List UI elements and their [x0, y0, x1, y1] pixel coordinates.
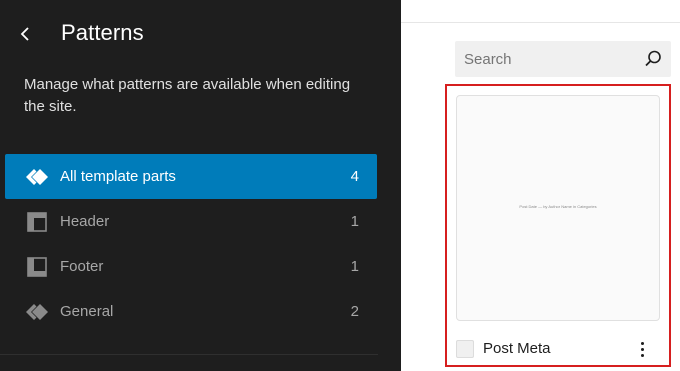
sidebar-item-count: 4 — [350, 168, 359, 185]
highlight-box — [445, 84, 671, 367]
sidebar-item-count: 2 — [350, 303, 359, 320]
footer-icon — [25, 255, 49, 279]
sidebar-nav: All template parts 4 Header 1 Footer 1 G… — [5, 154, 377, 334]
header-icon — [25, 210, 49, 234]
template-parts-icon — [25, 165, 49, 189]
chevron-left-icon — [20, 27, 29, 41]
sidebar-item-header[interactable]: Header 1 — [5, 199, 377, 244]
page-title: Patterns — [61, 20, 144, 45]
sidebar-item-label: Header — [60, 213, 110, 230]
sidebar-item-label: General — [60, 303, 114, 320]
sidebar: Patterns Manage what patterns are availa… — [0, 0, 401, 371]
back-button[interactable] — [14, 22, 38, 46]
template-parts-icon — [25, 300, 49, 324]
sidebar-description: Manage what patterns are available when … — [24, 76, 351, 115]
divider — [401, 22, 680, 23]
sidebar-item-label: All template parts — [60, 168, 176, 185]
search-input[interactable] — [455, 41, 635, 77]
sidebar-item-all-template-parts[interactable]: All template parts 4 — [5, 154, 377, 199]
sidebar-item-count: 1 — [350, 258, 359, 275]
search-box — [455, 41, 671, 77]
search-icon[interactable] — [643, 49, 663, 69]
sidebar-item-footer[interactable]: Footer 1 — [5, 244, 377, 289]
sidebar-item-label: Footer — [60, 258, 104, 275]
divider — [0, 354, 378, 355]
sidebar-item-general[interactable]: General 2 — [5, 289, 377, 334]
sidebar-item-count: 1 — [350, 213, 359, 230]
